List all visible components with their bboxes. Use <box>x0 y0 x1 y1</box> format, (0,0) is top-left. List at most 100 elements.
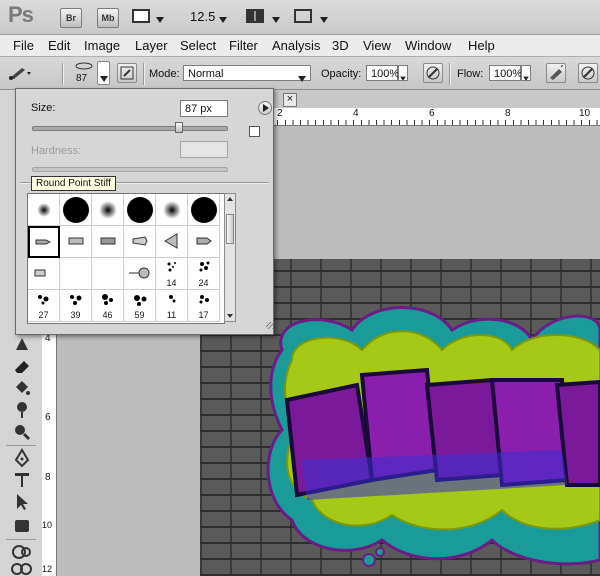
brush-size-number: 59 <box>134 310 145 320</box>
menu-file[interactable]: File <box>13 38 34 53</box>
brush-picker-dropdown[interactable] <box>97 61 110 85</box>
brush-preset-hard-round[interactable] <box>60 194 92 226</box>
flow-field[interactable]: 100% <box>489 65 522 81</box>
opacity-label: Opacity: <box>321 68 362 80</box>
ruler-label: 10 <box>579 108 591 119</box>
bristle-brush-icon <box>35 239 52 245</box>
brush-panel-icon <box>120 66 134 80</box>
chevron-down-icon[interactable] <box>272 16 280 23</box>
chevron-down-icon[interactable] <box>219 16 227 23</box>
hardness-label: Hardness: <box>31 145 82 157</box>
brush-preset-bristle[interactable] <box>92 226 124 258</box>
arrange-documents-icon[interactable] <box>246 9 264 23</box>
brush-size-preview[interactable]: 87 <box>72 60 96 86</box>
brush-preset-fan[interactable] <box>124 258 156 290</box>
brush-preset-bristle[interactable] <box>124 226 156 258</box>
path-selection-tool-icon[interactable] <box>12 492 32 512</box>
chevron-down-icon[interactable] <box>320 16 328 23</box>
scroll-down-icon[interactable] <box>227 314 233 318</box>
size-slider-thumb[interactable] <box>175 122 183 133</box>
photoshop-logo: Ps <box>8 2 34 27</box>
brush-preset-scatter[interactable]: 14 <box>156 258 188 290</box>
menu-select[interactable]: Select <box>180 38 216 53</box>
menu-layer[interactable]: Layer <box>135 38 168 53</box>
brush-preset-scatter[interactable]: 46 <box>92 290 124 322</box>
brush-preset-soft-round[interactable] <box>92 194 124 226</box>
brush-preset-bristle[interactable] <box>28 258 60 290</box>
scatter-brush-icon <box>199 261 209 272</box>
menu-help[interactable]: Help <box>468 38 495 53</box>
brush-preset-scatter[interactable]: 17 <box>188 290 220 322</box>
scroll-up-icon[interactable] <box>227 197 233 201</box>
pen-tool-icon[interactable] <box>12 448 32 468</box>
rectangle-tool-icon[interactable] <box>12 516 32 536</box>
bridge-button[interactable]: Br <box>60 8 82 28</box>
resize-grip-icon[interactable] <box>266 322 273 329</box>
menu-image[interactable]: Image <box>84 38 120 53</box>
brush-preset-soft-round[interactable] <box>156 194 188 226</box>
brush-preset-bristle[interactable] <box>60 258 92 290</box>
brush-preset-bristle[interactable] <box>60 226 92 258</box>
hardness-field <box>180 141 228 158</box>
paint-bucket-tool-icon[interactable] <box>12 378 32 398</box>
soft-round-brush-icon <box>37 203 51 217</box>
mode-select[interactable]: Normal <box>183 65 311 83</box>
scatter-brush-icon <box>69 295 81 305</box>
tool-preset-picker[interactable] <box>8 66 32 80</box>
scatter-brush-icon <box>168 295 175 303</box>
pressure-size-button[interactable] <box>578 63 598 83</box>
brush-preset-fan[interactable] <box>156 226 188 258</box>
menu-edit[interactable]: Edit <box>48 38 70 53</box>
scrollbar-thumb[interactable] <box>226 214 234 244</box>
brush-preset-round-point-stiff[interactable] <box>28 226 60 258</box>
flow-dropdown[interactable] <box>521 65 531 81</box>
scatter-brush-icon <box>133 295 146 306</box>
zoom-level[interactable]: 12.5 <box>190 9 215 24</box>
brush-preset-bristle[interactable] <box>188 226 220 258</box>
flow-label: Flow: <box>457 68 484 80</box>
menu-window[interactable]: Window <box>405 38 451 53</box>
brush-preset-hard-round[interactable] <box>124 194 156 226</box>
chevron-down-icon <box>100 75 108 82</box>
menu-filter[interactable]: Filter <box>229 38 258 53</box>
preset-grid-scrollbar[interactable] <box>224 193 236 322</box>
brush-preset-soft-round[interactable] <box>28 194 60 226</box>
menu-view[interactable]: View <box>363 38 391 53</box>
brush-preset-hard-round[interactable] <box>188 194 220 226</box>
opacity-field[interactable]: 100% <box>366 65 399 81</box>
blur-tool-icon[interactable] <box>12 334 32 354</box>
fan-brush-icon <box>128 267 149 279</box>
brush-size-number: 27 <box>38 310 49 320</box>
type-tool-icon[interactable] <box>12 470 32 490</box>
brush-preset-bristle[interactable] <box>92 258 124 290</box>
graffiti-artwork[interactable] <box>262 290 600 576</box>
zoom-tool-icon[interactable] <box>12 422 32 442</box>
mini-bridge-button[interactable]: Mb <box>97 8 119 28</box>
separator <box>62 63 64 85</box>
menu-analysis[interactable]: Analysis <box>272 38 320 53</box>
brush-preset-grid[interactable]: 14 24 27 39 46 59 11 17 <box>27 193 225 324</box>
menu-3d[interactable]: 3D <box>332 38 349 53</box>
brush-preset-scatter[interactable]: 27 <box>28 290 60 322</box>
brush-preset-scatter[interactable]: 11 <box>156 290 188 322</box>
tablet-pressure-size-icon <box>581 66 595 80</box>
brush-preset-scatter[interactable]: 39 <box>60 290 92 322</box>
ruler-label: 6 <box>45 412 51 423</box>
close-document-button[interactable]: × <box>283 93 297 107</box>
new-preset-icon[interactable] <box>249 126 260 137</box>
toggle-brush-panel-button[interactable] <box>117 63 137 83</box>
screen-mode-icon[interactable] <box>294 9 312 23</box>
opacity-dropdown[interactable] <box>398 65 408 81</box>
brush-preset-scatter[interactable]: 59 <box>124 290 156 322</box>
size-slider[interactable] <box>32 126 228 131</box>
brush-preset-scatter[interactable]: 24 <box>188 258 220 290</box>
airbrush-icon <box>550 64 564 80</box>
3d-camera-tool-icon[interactable] <box>10 562 34 576</box>
dodge-tool-icon[interactable] <box>12 400 32 420</box>
eraser-tool-icon[interactable] <box>12 356 32 376</box>
picker-menu-button[interactable] <box>258 101 272 115</box>
airbrush-button[interactable] <box>546 63 566 83</box>
pressure-opacity-button[interactable] <box>423 63 443 83</box>
size-field[interactable]: 87 px <box>180 100 228 117</box>
3d-rotate-tool-icon[interactable] <box>10 542 34 562</box>
